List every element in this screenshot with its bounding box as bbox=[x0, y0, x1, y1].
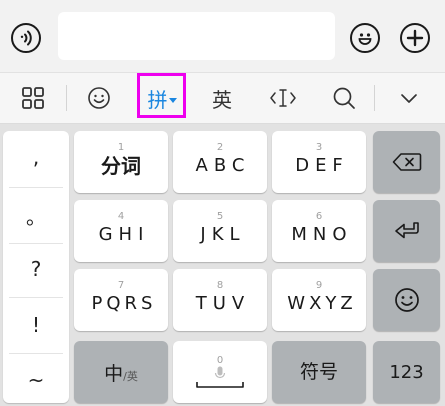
emoji-panel-button[interactable] bbox=[76, 73, 122, 123]
english-mode-button[interactable]: 英 bbox=[200, 73, 244, 123]
punct-exclaim[interactable]: ! bbox=[3, 303, 69, 347]
key-number: 8 bbox=[216, 280, 224, 291]
punct-separator bbox=[9, 243, 63, 244]
key-8-tuv[interactable]: 8 TUV bbox=[173, 269, 267, 331]
english-label: 英 bbox=[212, 87, 232, 112]
search-icon bbox=[333, 87, 355, 109]
punctuation-column: , 。 ? ! ~ bbox=[3, 131, 69, 403]
key-2-abc[interactable]: 2 ABC bbox=[173, 131, 267, 193]
backspace-icon bbox=[392, 153, 421, 171]
key-label: GHI bbox=[98, 224, 150, 245]
emoji-key[interactable] bbox=[373, 269, 440, 331]
smiley-icon bbox=[394, 288, 419, 312]
key-3-def[interactable]: 3 DEF bbox=[272, 131, 366, 193]
collapse-keyboard-button[interactable] bbox=[386, 73, 432, 123]
emoji-button[interactable] bbox=[350, 23, 380, 53]
punct-comma[interactable]: , bbox=[3, 131, 69, 183]
key-label: 分词 bbox=[101, 154, 141, 178]
delete-key[interactable] bbox=[373, 131, 440, 193]
space-key[interactable]: 0 bbox=[173, 341, 267, 403]
key-7-pqrs[interactable]: 7 PQRS bbox=[74, 269, 168, 331]
pinyin-highlight-box bbox=[137, 73, 186, 118]
key-1-segment[interactable]: 1 分词 bbox=[74, 131, 168, 193]
key-5-jkl[interactable]: 5 JKL bbox=[173, 200, 267, 262]
text-cursor-icon bbox=[270, 89, 296, 107]
key-label: WXYZ bbox=[287, 293, 357, 314]
chevron-down-icon bbox=[401, 94, 417, 103]
message-input[interactable] bbox=[58, 12, 335, 60]
smiley-icon bbox=[358, 33, 372, 45]
enter-key[interactable] bbox=[373, 200, 440, 262]
key-number: 5 bbox=[216, 211, 224, 222]
voice-icon bbox=[20, 30, 32, 46]
key-number: 1 bbox=[117, 142, 125, 153]
punct-separator bbox=[9, 187, 63, 188]
symbols-key[interactable]: 符号 bbox=[272, 341, 366, 403]
ime-toolbar: 拼 英 bbox=[0, 72, 445, 124]
numeric-label: 123 bbox=[389, 361, 424, 383]
punct-tilde[interactable]: ~ bbox=[3, 357, 69, 403]
key-label: DEF bbox=[295, 155, 349, 176]
key-number: 2 bbox=[216, 142, 224, 153]
key-6-mno[interactable]: 6 MNO bbox=[272, 200, 366, 262]
grid-icon bbox=[22, 87, 44, 109]
toolbar-divider bbox=[66, 85, 67, 111]
key-label: PQRS bbox=[91, 293, 157, 314]
punct-separator bbox=[9, 297, 63, 298]
key-number: 4 bbox=[117, 211, 125, 222]
lang-sub-label: /英 bbox=[123, 370, 138, 383]
lang-main-label: 中 bbox=[104, 362, 124, 385]
voice-input-button[interactable] bbox=[11, 23, 41, 53]
language-switch-key[interactable]: 中 /英 bbox=[74, 341, 168, 403]
key-label: MNO bbox=[291, 224, 353, 245]
key-number: 9 bbox=[315, 280, 323, 291]
key-number: 3 bbox=[315, 142, 323, 153]
toolbar-divider bbox=[374, 85, 375, 111]
space-bar-icon bbox=[196, 382, 244, 388]
input-bar bbox=[0, 0, 445, 72]
search-button[interactable] bbox=[322, 73, 366, 123]
smiley-outline-icon bbox=[88, 87, 110, 109]
menu-grid-button[interactable] bbox=[10, 73, 56, 123]
key-4-ghi[interactable]: 4 GHI bbox=[74, 200, 168, 262]
key-label: ABC bbox=[195, 155, 251, 176]
punct-period[interactable]: 。 bbox=[3, 195, 69, 235]
symbols-label: 符号 bbox=[299, 361, 338, 383]
key-label: TUV bbox=[195, 293, 251, 314]
add-button[interactable] bbox=[400, 23, 430, 53]
numeric-key[interactable]: 123 bbox=[373, 341, 440, 403]
key-number: 7 bbox=[117, 280, 125, 291]
punct-question[interactable]: ? bbox=[3, 249, 69, 289]
microphone-icon bbox=[214, 366, 226, 379]
cursor-edit-button[interactable] bbox=[258, 73, 308, 123]
plus-icon bbox=[406, 29, 424, 47]
key-number: 6 bbox=[315, 211, 323, 222]
enter-return-icon bbox=[394, 222, 419, 239]
key-label: JKL bbox=[200, 224, 246, 245]
keyboard: , 。 ? ! ~ 1 分词 2 ABC 3 DEF 4 GHI 5 JKL 6… bbox=[0, 124, 445, 406]
key-9-wxyz[interactable]: 9 WXYZ bbox=[272, 269, 366, 331]
punct-separator bbox=[9, 353, 63, 354]
